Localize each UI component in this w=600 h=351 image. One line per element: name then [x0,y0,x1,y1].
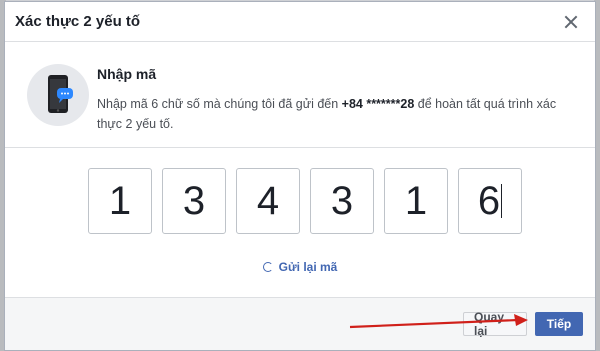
resend-code-link[interactable]: Gửi lại mã [279,260,338,274]
intro-heading: Nhập mã [97,66,157,82]
dialog-footer: Quay lại Tiếp [5,297,595,350]
intro-description: Nhập mã 6 chữ số mà chúng tôi đã gửi đến… [97,97,557,131]
dialog-title: Xác thực 2 yếu tố [15,13,141,30]
masked-phone-number: +84 *******28 [341,97,415,111]
back-button[interactable]: Quay lại [463,310,527,338]
code-digit-6[interactable]: 6 [458,168,522,234]
phone-chat-icon [27,64,89,126]
code-digit-2[interactable]: 3 [162,168,226,234]
refresh-icon [262,262,273,272]
close-icon[interactable] [561,12,581,32]
code-digit-4[interactable]: 3 [310,168,374,234]
intro-section: Nhập mã Nhập mã 6 chữ số mà chúng tôi đã… [5,42,595,148]
two-factor-dialog: Xác thực 2 yếu tố Nhập mã Nhập mã 6 chữ … [4,1,596,351]
code-digit-5[interactable]: 1 [384,168,448,234]
dialog-header: Xác thực 2 yếu tố [5,2,595,42]
text-caret [501,184,503,218]
next-button[interactable]: Tiếp [535,312,583,336]
code-digit-3[interactable]: 4 [236,168,300,234]
resend-row: Gửi lại mã [5,260,595,274]
code-input-group: 1 3 4 3 1 6 [88,168,532,234]
code-digit-1[interactable]: 1 [88,168,152,234]
